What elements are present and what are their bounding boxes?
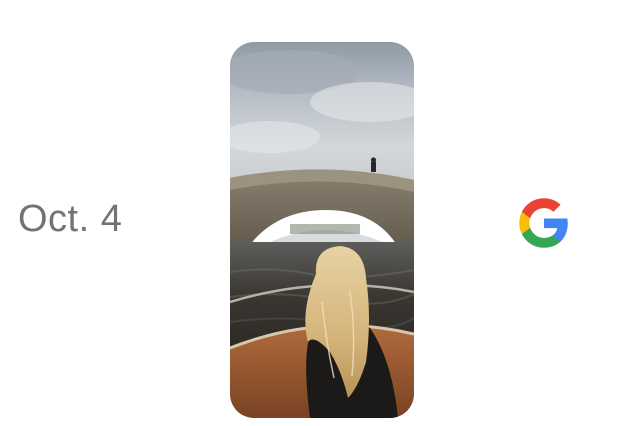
boat-bridge-photo-image <box>230 42 414 418</box>
event-date-label: Oct. 4 <box>18 198 123 240</box>
google-g-logo-icon <box>517 196 571 250</box>
phone-shaped-photo <box>230 42 414 418</box>
announcement-stage: Oct. 4 <box>0 0 640 426</box>
